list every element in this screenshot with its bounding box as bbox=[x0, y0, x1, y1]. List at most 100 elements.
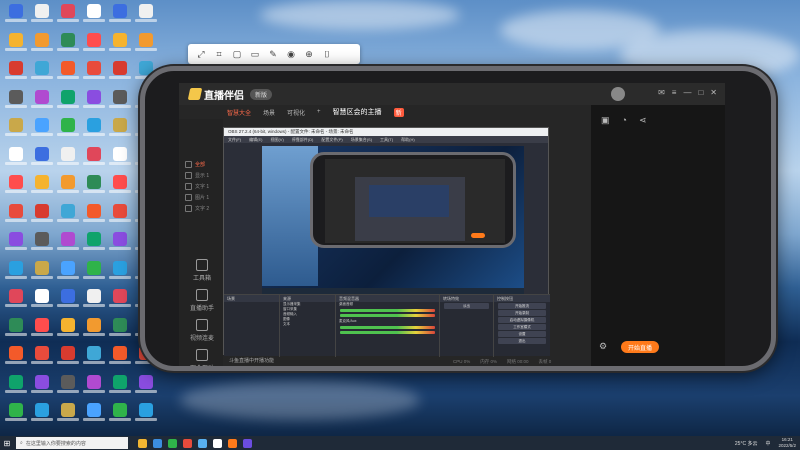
desktop-shortcut[interactable] bbox=[56, 260, 80, 291]
desktop-shortcut[interactable] bbox=[56, 4, 80, 34]
desktop-shortcut[interactable] bbox=[30, 175, 54, 205]
desktop-shortcut[interactable] bbox=[82, 89, 106, 120]
desktop-shortcut[interactable] bbox=[30, 317, 54, 348]
desktop-shortcut[interactable] bbox=[30, 346, 54, 376]
obs-control-button[interactable]: 退出 bbox=[498, 338, 546, 344]
desktop-shortcut[interactable] bbox=[30, 32, 54, 63]
desktop-shortcut[interactable] bbox=[108, 403, 132, 433]
desktop-shortcut[interactable] bbox=[82, 4, 106, 34]
scene-list-item[interactable]: 全部 bbox=[185, 159, 209, 170]
desktop-shortcut[interactable] bbox=[4, 403, 28, 433]
desktop-shortcut[interactable] bbox=[56, 32, 80, 63]
desktop-shortcut[interactable] bbox=[4, 317, 28, 348]
desktop-shortcut[interactable] bbox=[56, 89, 80, 120]
obs-menu-item[interactable]: 停靠部件(D) bbox=[292, 137, 314, 143]
controls-dock[interactable]: 控制按钮 开始推流 开始录制 启动虚拟摄像机 工作室模式 设置 退出 bbox=[494, 295, 550, 357]
taskbar-app-icon[interactable] bbox=[198, 438, 207, 448]
desktop-shortcut[interactable] bbox=[108, 289, 132, 319]
sidebar-item[interactable]: 观众互动 bbox=[183, 349, 221, 366]
obs-control-button[interactable]: 工作室模式 bbox=[498, 324, 546, 330]
desktop-shortcut[interactable] bbox=[56, 61, 80, 91]
desktop-shortcut[interactable] bbox=[4, 146, 28, 177]
desktop-shortcut[interactable] bbox=[56, 374, 80, 405]
maximize-icon[interactable]: □ bbox=[698, 88, 703, 97]
desktop-shortcut[interactable] bbox=[4, 4, 28, 34]
obs-menu-item[interactable]: 文件(F) bbox=[228, 137, 241, 143]
desktop-shortcut[interactable] bbox=[56, 175, 80, 205]
obs-control-button[interactable]: 开始推流 bbox=[498, 303, 546, 309]
desktop-shortcut[interactable] bbox=[30, 203, 54, 234]
obs-menu-item[interactable]: 视图(V) bbox=[270, 137, 283, 143]
desktop-shortcut[interactable] bbox=[30, 232, 54, 262]
desktop-shortcut[interactable] bbox=[56, 146, 80, 177]
settings-gear-icon[interactable]: ⚙ bbox=[599, 341, 607, 352]
scene-list-item[interactable]: 文字 1 bbox=[185, 181, 209, 192]
obs-window[interactable]: OBS 27.2.4 (64-bit, windows) - 配置文件: 未命名… bbox=[223, 127, 550, 357]
desktop-shortcut[interactable] bbox=[82, 346, 106, 376]
obs-control-button[interactable]: 开始录制 bbox=[498, 310, 546, 316]
desktop-shortcut[interactable] bbox=[30, 260, 54, 291]
taskbar-app-icon[interactable] bbox=[183, 438, 192, 448]
desktop-shortcut[interactable] bbox=[4, 61, 28, 91]
obs-control-button[interactable]: 启动虚拟摄像机 bbox=[498, 317, 546, 323]
volume-slider[interactable] bbox=[340, 331, 435, 334]
desktop-shortcut[interactable] bbox=[56, 346, 80, 376]
desktop-shortcut[interactable] bbox=[4, 118, 28, 148]
tab-item[interactable]: + bbox=[317, 109, 321, 115]
desktop-shortcut[interactable] bbox=[108, 146, 132, 177]
desktop-shortcut[interactable] bbox=[30, 118, 54, 148]
screen-icon[interactable]: ▭ bbox=[248, 47, 262, 61]
taskbar-app-icon[interactable] bbox=[243, 438, 252, 448]
window-icon[interactable]: ▢ bbox=[230, 47, 244, 61]
desktop-shortcut[interactable] bbox=[108, 317, 132, 348]
desktop-shortcut[interactable] bbox=[108, 260, 132, 291]
record-icon[interactable]: ◉ bbox=[284, 47, 298, 61]
volume-slider[interactable] bbox=[340, 314, 435, 317]
tab-item[interactable]: 智慧大全 bbox=[227, 108, 251, 117]
taskbar-app-icon[interactable] bbox=[228, 438, 237, 448]
taskbar-app-icon[interactable] bbox=[153, 438, 162, 448]
version-badge[interactable]: 新版 bbox=[250, 88, 273, 100]
desktop-shortcut[interactable] bbox=[56, 118, 80, 148]
crop-icon[interactable]: ⌗ bbox=[212, 47, 226, 61]
desktop-shortcut[interactable] bbox=[30, 89, 54, 120]
calendar-icon[interactable]: ▣ bbox=[601, 115, 610, 126]
tab-item[interactable]: 新 bbox=[393, 107, 404, 117]
desktop-shortcut[interactable] bbox=[108, 232, 132, 262]
sources-dock[interactable]: 来源 显示器采集 窗口采集 音频输入 图像 文本 bbox=[280, 295, 336, 357]
volume-meter[interactable] bbox=[340, 326, 435, 329]
scene-list-item[interactable]: 显示 1 bbox=[185, 170, 209, 181]
source-item[interactable]: 文本 bbox=[280, 322, 335, 327]
desktop-shortcut[interactable] bbox=[4, 32, 28, 63]
scene-list-item[interactable]: 文字 2 bbox=[185, 203, 209, 214]
desktop-shortcut[interactable] bbox=[82, 203, 106, 234]
desktop-shortcut[interactable] bbox=[56, 289, 80, 319]
desktop-shortcut[interactable] bbox=[82, 32, 106, 63]
desktop-shortcut[interactable] bbox=[108, 32, 132, 63]
desktop-shortcut[interactable] bbox=[134, 374, 158, 405]
desktop-shortcut[interactable] bbox=[30, 4, 54, 34]
desktop-shortcut[interactable] bbox=[30, 403, 54, 433]
windows-start-icon[interactable]: ⊞ bbox=[0, 436, 14, 450]
desktop-shortcut[interactable] bbox=[82, 403, 106, 433]
desktop-shortcut[interactable] bbox=[30, 61, 54, 91]
desktop-shortcut[interactable] bbox=[108, 175, 132, 205]
desktop-shortcut[interactable] bbox=[82, 61, 106, 91]
desktop-shortcut[interactable] bbox=[4, 260, 28, 291]
desktop-shortcut[interactable] bbox=[108, 346, 132, 376]
obs-menu-item[interactable]: 帮助(H) bbox=[401, 137, 415, 143]
obs-menu-item[interactable]: 编辑(E) bbox=[249, 137, 262, 143]
desktop-shortcut[interactable] bbox=[82, 289, 106, 319]
taskbar-app-icon[interactable] bbox=[213, 438, 222, 448]
tab-item[interactable]: 场景 bbox=[263, 108, 275, 117]
desktop-shortcut[interactable] bbox=[30, 374, 54, 405]
volume-meter[interactable] bbox=[340, 309, 435, 312]
obs-control-button[interactable]: 设置 bbox=[498, 331, 546, 337]
scenes-dock[interactable]: 场景 bbox=[224, 295, 280, 357]
desktop-shortcut[interactable] bbox=[108, 374, 132, 405]
mixer-dock[interactable]: 音频混音器 桌面音频 麦克风/Aux bbox=[336, 295, 440, 357]
obs-preview[interactable] bbox=[262, 146, 524, 294]
ime-indicator[interactable]: 中 bbox=[765, 440, 770, 447]
user-avatar[interactable] bbox=[611, 87, 625, 101]
desktop-shortcut[interactable] bbox=[4, 374, 28, 405]
